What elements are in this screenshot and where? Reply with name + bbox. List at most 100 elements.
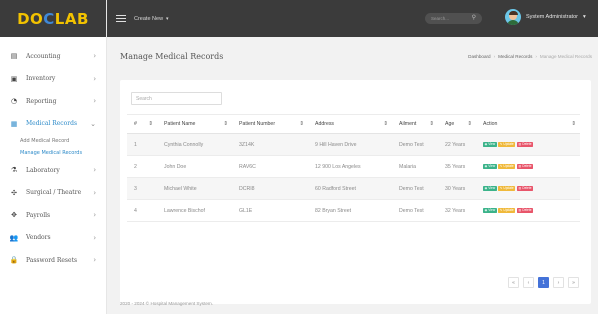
sidebar-subitem-add-medical-record[interactable]: Add Medical Record	[0, 135, 106, 147]
page-prev-button[interactable]: ‹	[523, 277, 534, 288]
cell-actions: ◉ View ✎ Update ▥ Delete	[476, 199, 580, 222]
search-icon[interactable]: ⚲	[472, 14, 476, 21]
clipboard-icon: ▦	[10, 119, 18, 128]
view-label: View	[488, 208, 496, 212]
column-header-ailment[interactable]: Ailment ⇕	[392, 114, 438, 134]
column-label: #	[134, 121, 137, 127]
delete-label: Delete	[522, 208, 532, 212]
cell-number: 2	[127, 155, 157, 178]
page-current-button[interactable]: 1	[538, 277, 549, 288]
trash-icon: ▥	[518, 208, 522, 212]
sort-icon[interactable]: ⇕	[571, 121, 576, 127]
page-first-button[interactable]: «	[508, 277, 519, 288]
sort-icon[interactable]: ⇕	[429, 121, 434, 127]
sort-icon[interactable]: ⇕	[223, 121, 228, 127]
update-button[interactable]: ✎ Update	[498, 164, 516, 169]
view-button[interactable]: ◉ View	[483, 208, 497, 213]
lock-icon: 🔒	[9, 256, 19, 265]
cell-age: 35 Years	[438, 155, 476, 178]
view-button[interactable]: ◉ View	[483, 186, 497, 191]
table-header-row: # ⇕ Patient Name ⇕ Patient Number ⇕ Address…	[127, 114, 580, 134]
sidebar-item-reporting[interactable]: ◔ Reporting ›	[0, 90, 106, 113]
trash-icon: ▥	[518, 142, 522, 146]
page-title: Manage Medical Records	[120, 52, 224, 61]
chevron-right-icon: ›	[93, 188, 96, 197]
sidebar-item-vendors[interactable]: 👥 Vendors ›	[0, 227, 106, 250]
cell-age: 22 Years	[438, 133, 476, 156]
breadcrumb: Dashboard › Medical Records › Manage Medical…	[468, 54, 592, 59]
sidebar-item-medical-records[interactable]: ▦ Medical Records ⌄	[0, 113, 106, 136]
user-menu[interactable]: System Administrator ▾	[505, 9, 586, 25]
sidebar-item-label: Reporting	[26, 97, 57, 105]
cell-patient-name: John Doe	[157, 155, 232, 178]
sidebar-item-inventory[interactable]: ▣ Inventory ›	[0, 68, 106, 91]
sidebar-item-laboratory[interactable]: ⚗ Laboratory ›	[0, 159, 106, 182]
cell-address: 60 Radford Street	[308, 177, 392, 200]
topbar: Create New ▾ Search... ⚲ System Administ…	[107, 0, 598, 37]
delete-button[interactable]: ▥ Delete	[516, 186, 534, 191]
column-label: Ailment	[399, 121, 417, 127]
records-table: # ⇕ Patient Name ⇕ Patient Number ⇕ Address…	[127, 114, 580, 222]
sidebar: DOCLAB ▤ Accounting › ▣ Inventory › ◔ Re…	[0, 0, 107, 314]
breadcrumb-dashboard[interactable]: Dashboard	[468, 54, 490, 59]
column-label: Patient Number	[239, 121, 276, 127]
table-search-input[interactable]	[131, 92, 222, 105]
sort-icon[interactable]: ⇕	[148, 121, 153, 127]
eye-icon: ◉	[484, 208, 488, 212]
medical-icon: ✣	[11, 188, 17, 197]
view-button[interactable]: ◉ View	[483, 164, 497, 169]
sidebar-item-password-resets[interactable]: 🔒 Password Resets ›	[0, 249, 106, 272]
cell-age: 30 Years	[438, 177, 476, 200]
breadcrumb-medical-records[interactable]: Medical Records	[498, 54, 532, 59]
sort-icon[interactable]: ⇕	[299, 121, 304, 127]
delete-button[interactable]: ▥ Delete	[516, 208, 534, 213]
column-header-patient-number[interactable]: Patient Number ⇕	[232, 114, 308, 134]
page-next-button[interactable]: ›	[553, 277, 564, 288]
view-label: View	[488, 142, 496, 146]
menu-toggle-icon[interactable]	[116, 14, 126, 23]
delete-button[interactable]: ▥ Delete	[516, 142, 534, 147]
caret-down-icon: ▾	[582, 14, 586, 20]
chevron-right-icon: ›	[93, 211, 96, 220]
column-header-patient-name[interactable]: Patient Name ⇕	[157, 114, 232, 134]
main-content: Manage Medical Records Dashboard › Medical…	[107, 37, 598, 314]
table-row: 2 John Doe RAV6C 12 900 Los Angeles Mala…	[127, 155, 580, 178]
sidebar-item-payrolls[interactable]: ✥ Payrolls ›	[0, 204, 106, 227]
create-new-button[interactable]: Create New ▾	[134, 16, 169, 22]
sidebar-item-label: Accounting	[26, 52, 61, 60]
flask-icon: ⚗	[10, 166, 18, 175]
cell-patient-number: 3Z14K	[232, 133, 308, 156]
sidebar-item-label: Inventory	[26, 75, 56, 83]
sort-icon[interactable]: ⇕	[383, 121, 388, 127]
cell-number: 3	[127, 177, 157, 200]
sidebar-item-label: Surgical / Theatre	[26, 189, 82, 197]
sidebar-item-accounting[interactable]: ▤ Accounting ›	[0, 45, 106, 68]
sidebar-item-label: Password Resets	[26, 256, 78, 264]
cell-address: 9 Hill Haven Drive	[308, 133, 392, 156]
eye-icon: ◉	[484, 142, 488, 146]
column-header-number[interactable]: # ⇕	[127, 114, 157, 134]
breadcrumb-separator: ›	[493, 54, 496, 59]
update-button[interactable]: ✎ Update	[498, 142, 516, 147]
sort-icon[interactable]: ⇕	[467, 121, 472, 127]
eye-icon: ◉	[484, 164, 488, 168]
column-header-address[interactable]: Address ⇕	[308, 114, 392, 134]
sidebar-subitem-manage-medical-records[interactable]: Manage Medical Records	[0, 147, 106, 159]
logo[interactable]: DOCLAB	[17, 10, 89, 28]
cell-age: 32 Years	[438, 199, 476, 222]
update-label: Update	[503, 164, 514, 168]
footer-text: 2020 - 2024 © Hospital Management System…	[120, 301, 214, 306]
update-button[interactable]: ✎ Update	[498, 208, 516, 213]
topbar-search[interactable]: Search... ⚲	[425, 13, 482, 24]
logo-mid: C	[43, 9, 55, 28]
view-button[interactable]: ◉ View	[483, 142, 497, 147]
delete-button[interactable]: ▥ Delete	[516, 164, 534, 169]
topbar-search-placeholder: Search...	[431, 16, 450, 21]
sidebar-item-surgical-theatre[interactable]: ✣ Surgical / Theatre ›	[0, 182, 106, 205]
column-header-age[interactable]: Age ⇕	[438, 114, 476, 134]
page-last-button[interactable]: »	[568, 277, 579, 288]
table-row: 4 Lawrence Bischof GL1E 82 Bryan Street …	[127, 199, 580, 222]
update-button[interactable]: ✎ Update	[498, 186, 516, 191]
column-header-action[interactable]: Action ⇕	[476, 114, 580, 134]
users-icon: 👥	[9, 233, 19, 242]
